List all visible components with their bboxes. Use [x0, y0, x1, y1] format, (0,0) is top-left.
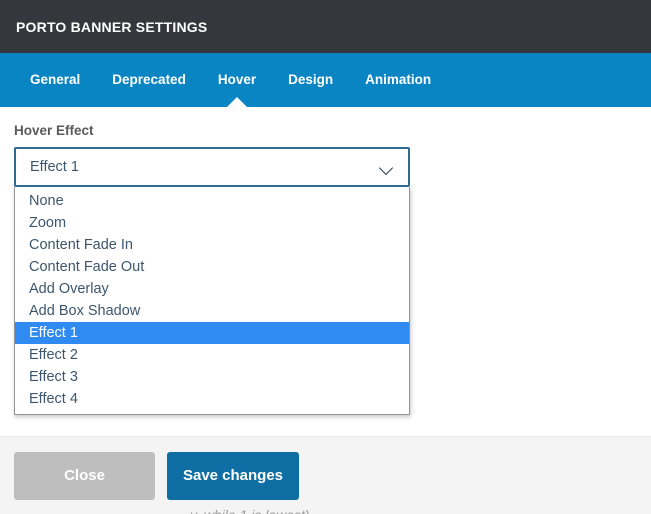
- tab-design[interactable]: Design: [272, 53, 349, 107]
- dropdown-option[interactable]: Content Fade Out: [15, 256, 409, 278]
- dropdown-option[interactable]: Effect 4: [15, 388, 409, 410]
- tab-bar: General Deprecated Hover Design Animatio…: [0, 53, 651, 107]
- dropdown-option[interactable]: None: [15, 190, 409, 212]
- dropdown-option[interactable]: Zoom: [15, 212, 409, 234]
- hover-effect-select[interactable]: Effect 1: [14, 147, 410, 187]
- dropdown-option[interactable]: Effect 2: [15, 344, 409, 366]
- dropdown-option[interactable]: Effect 3: [15, 366, 409, 388]
- dropdown-option[interactable]: Add Overlay: [15, 278, 409, 300]
- page-title: PORTO BANNER SETTINGS: [16, 19, 207, 35]
- modal-header: PORTO BANNER SETTINGS: [0, 0, 651, 53]
- tab-hover[interactable]: Hover: [202, 53, 272, 107]
- banner-settings-modal: PORTO BANNER SETTINGS General Deprecated…: [0, 0, 651, 514]
- helper-text-2: y, while 1 is lowest): [190, 507, 310, 514]
- save-changes-button[interactable]: Save changes: [167, 452, 299, 500]
- dropdown-option[interactable]: Add Box Shadow: [15, 300, 409, 322]
- chevron-down-icon: [380, 163, 394, 172]
- tab-general[interactable]: General: [14, 53, 96, 107]
- dropdown-option[interactable]: Content Fade In: [15, 234, 409, 256]
- tab-deprecated[interactable]: Deprecated: [96, 53, 202, 107]
- close-button[interactable]: Close: [14, 452, 155, 500]
- modal-footer: Close Save changes: [0, 436, 651, 514]
- hover-effect-selected-value: Effect 1: [30, 159, 380, 175]
- dropdown-option-selected[interactable]: Effect 1: [15, 322, 409, 344]
- hover-effect-select-wrapper: Effect 1 None Zoom Content Fade In Conte…: [14, 147, 410, 187]
- modal-body: y, while 1 is lowest) y, while 1 is lowe…: [0, 107, 651, 436]
- tab-animation[interactable]: Animation: [349, 53, 447, 107]
- hover-effect-dropdown-list[interactable]: None Zoom Content Fade In Content Fade O…: [14, 187, 410, 415]
- hover-effect-label: Hover Effect: [14, 123, 637, 138]
